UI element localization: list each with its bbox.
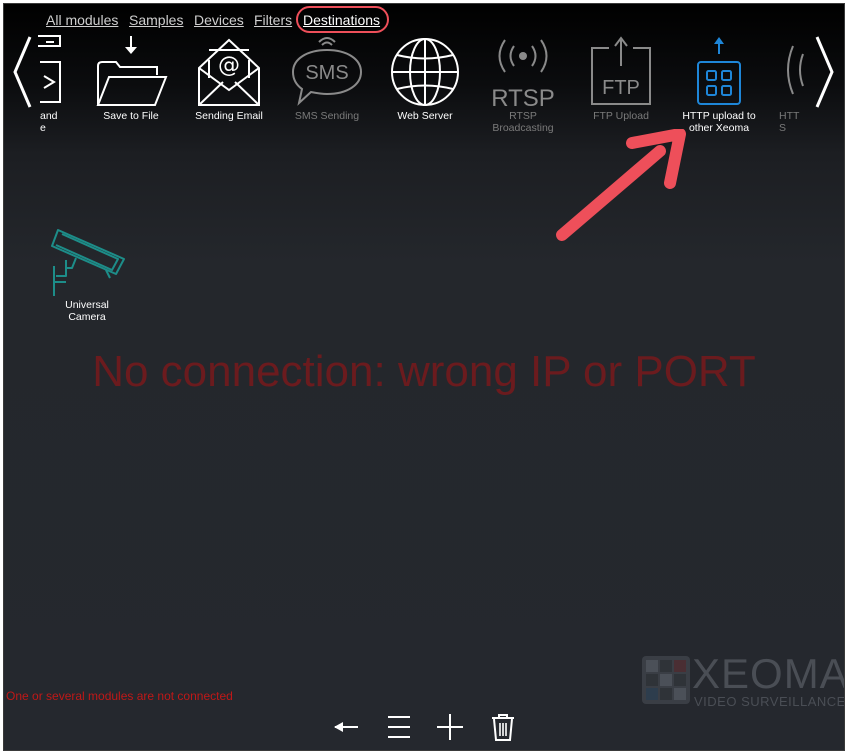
module-web-server[interactable]: Web Server (379, 32, 471, 122)
ftp-upload-icon: FTP (591, 36, 651, 105)
scroll-right-arrow-icon[interactable] (813, 34, 837, 110)
module-save-to-file[interactable]: Save to File (85, 32, 177, 122)
module-rtsp-broadcasting[interactable]: RTSP RTSP Broadcasting (477, 32, 569, 134)
tab-samples[interactable]: Samples (129, 12, 183, 28)
sms-icon: SMS (291, 37, 363, 106)
camera-icon (51, 229, 125, 296)
tab-devices[interactable]: Devices (194, 12, 244, 28)
tab-filters[interactable]: Filters (254, 12, 292, 28)
rtsp-icon-text: RTSP (491, 85, 555, 110)
callout-arrow-icon (556, 129, 686, 241)
email-icon: @ (198, 38, 260, 106)
destinations-highlight-circle (296, 6, 389, 33)
logo-title: XEOMA (692, 650, 845, 697)
module-sms-sending[interactable]: SMS SMS Sending (281, 32, 373, 122)
universal-camera-module[interactable]: Universal Camera (42, 224, 132, 323)
globe-icon (391, 38, 459, 106)
svg-text:@: @ (218, 53, 240, 78)
module-partial-right[interactable]: HTT S (771, 32, 811, 134)
status-message: One or several modules are not connected (6, 689, 233, 703)
xeoma-logo: XEOMA VIDEO SURVEILLANCE (642, 650, 844, 709)
logo-subtitle: VIDEO SURVEILLANCE (694, 694, 845, 709)
xeoma-window: All modules Samples Devices Filters Dest… (3, 3, 845, 751)
module-partial-left[interactable]: and e (4, 32, 72, 134)
back-arrow-icon[interactable] (331, 712, 361, 742)
archive-icon (38, 35, 61, 103)
add-icon[interactable] (435, 712, 465, 742)
ftp-icon-text: FTP (602, 77, 640, 99)
sms-icon-text: SMS (305, 62, 348, 84)
rtsp-icon: RTSP (491, 39, 555, 112)
trash-icon[interactable] (488, 712, 518, 742)
folder-download-icon (96, 36, 168, 106)
module-ftp-upload[interactable]: FTP FTP Upload (575, 32, 667, 122)
tab-all-modules[interactable]: All modules (46, 12, 118, 28)
connection-error-message: No connection: wrong IP or PORT (92, 347, 756, 396)
xeoma-logo-mark-icon (642, 656, 690, 704)
module-sending-email[interactable]: @ Sending Email (183, 32, 275, 122)
http-upload-icon (697, 37, 741, 105)
menu-icon[interactable] (384, 712, 414, 742)
broadcast-icon (787, 45, 804, 95)
module-http-upload-other-xeoma[interactable]: HTTP upload to other Xeoma (673, 32, 765, 134)
